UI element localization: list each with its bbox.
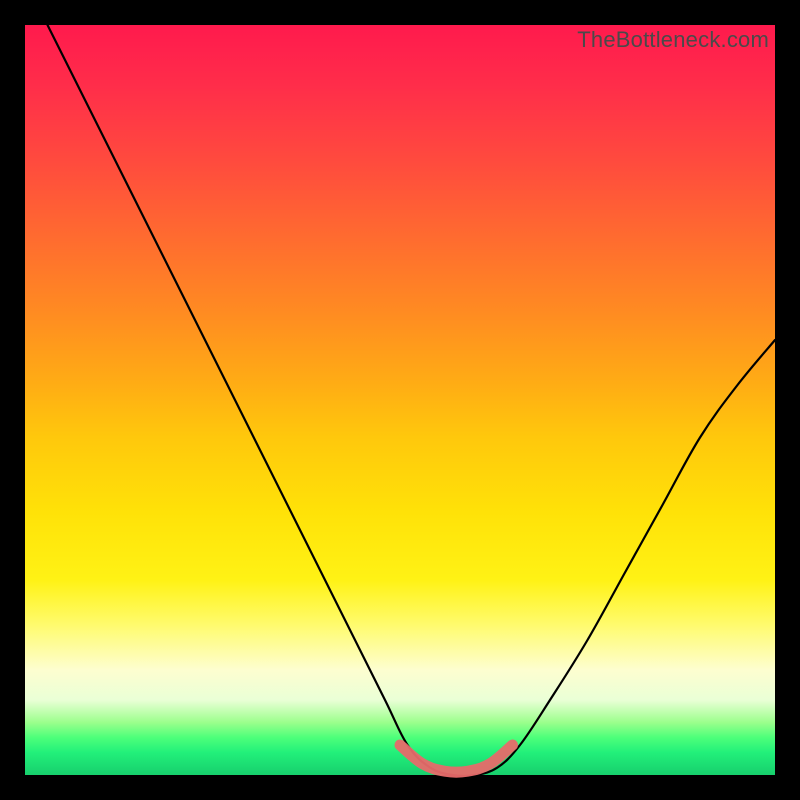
plot-area: TheBottleneck.com [25, 25, 775, 775]
chart-frame: TheBottleneck.com [0, 0, 800, 800]
bottleneck-curve-path [48, 25, 776, 776]
curve-svg [25, 25, 775, 775]
